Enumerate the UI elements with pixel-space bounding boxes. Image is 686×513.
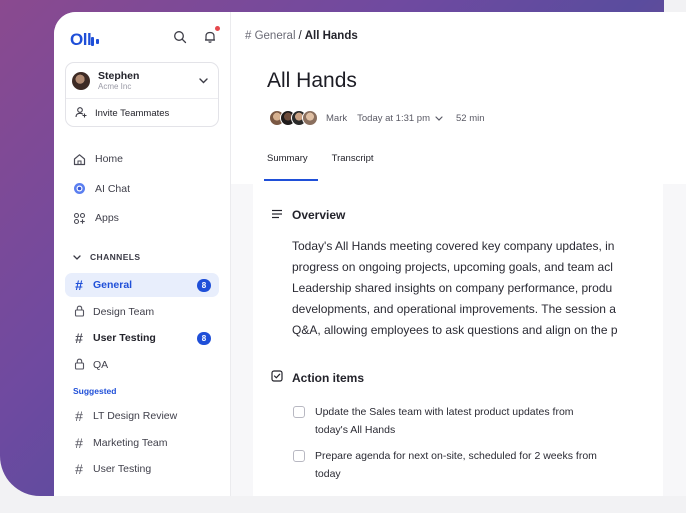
invite-label: Invite Teammates — [95, 107, 170, 119]
breadcrumb-channel[interactable]: # General — [245, 30, 296, 42]
unread-badge: 8 — [197, 278, 211, 292]
meeting-duration: 52 min — [456, 112, 485, 124]
chevron-down-icon — [199, 76, 208, 86]
channel-item-qa[interactable]: QA — [65, 353, 219, 377]
task-checkbox[interactable] — [293, 406, 305, 418]
lock-icon — [73, 304, 85, 320]
logo[interactable]: Oll — [70, 30, 100, 51]
channel-label: Marketing Team — [93, 436, 168, 449]
main-nav: Home AI Chat Apps — [65, 146, 225, 235]
hash-icon: # — [75, 277, 83, 293]
tabs: Summary Transcript — [264, 153, 374, 181]
suggested-item-lt-design-review[interactable]: # LT Design Review — [65, 404, 219, 428]
action-item-text: today — [315, 468, 341, 480]
suggested-item-marketing-team[interactable]: # Marketing Team — [65, 431, 219, 455]
channel-item-user-testing[interactable]: # User Testing 8 — [65, 326, 219, 350]
channels-header-label: CHANNELS — [90, 252, 141, 262]
action-item-text: Prepare agenda for next on-site, schedul… — [315, 450, 597, 462]
action-item-text: Update the Sales team with latest produc… — [315, 406, 574, 418]
chevron-down-icon — [73, 252, 81, 262]
suggested-item-user-testing[interactable]: # User Testing — [65, 457, 219, 481]
lines-icon — [271, 208, 283, 222]
hash-icon: # — [75, 330, 83, 347]
overview-line: Today's All Hands meeting covered key co… — [292, 239, 615, 253]
avatar — [72, 71, 90, 90]
action-item-text: today's All Hands — [315, 424, 396, 436]
account-org: Acme Inc — [98, 81, 132, 91]
account-card: Stephen Acme Inc Invite Teammates — [65, 62, 219, 127]
hash-icon: # — [75, 408, 83, 424]
tab-label: Summary — [267, 153, 308, 164]
nav-label: Home — [95, 153, 124, 165]
action-item: Update the Sales team with latest produc… — [293, 403, 574, 439]
meeting-meta: Mark Today at 1:31 pm 52 min — [269, 110, 485, 126]
meeting-time: Today at 1:31 pm — [357, 112, 431, 124]
suggested-list: # LT Design Review # Marketing Team # Us… — [65, 404, 219, 484]
nav-item-ai-chat[interactable]: AI Chat — [65, 176, 225, 202]
unread-badge: 8 — [197, 331, 211, 345]
meeting-content: Summary Transcript Overview Today's All … — [231, 134, 686, 496]
main-content: # General / All Hands All Hands Mark Today… — [231, 12, 686, 496]
add-user-icon — [75, 106, 87, 121]
notification-dot — [215, 26, 220, 31]
page-title: All Hands — [267, 69, 357, 92]
home-icon — [73, 153, 86, 166]
participant-avatars[interactable] — [269, 110, 318, 126]
meeting-time-dropdown[interactable]: Today at 1:31 pm — [357, 113, 443, 124]
action-item: Prepare agenda for next on-site, schedul… — [293, 447, 597, 483]
breadcrumb-current: All Hands — [304, 30, 358, 42]
task-checkbox[interactable] — [293, 450, 305, 462]
sidebar: Oll Stephen Acme Inc Invite Teammates Ho… — [54, 12, 231, 496]
tab-transcript[interactable]: Transcript — [332, 153, 374, 164]
channel-item-design-team[interactable]: Design Team — [65, 300, 219, 324]
nav-item-apps[interactable]: Apps — [65, 205, 225, 231]
nav-label: AI Chat — [95, 182, 131, 195]
overview-line: Leadership shared insights on company pe… — [292, 281, 613, 295]
breadcrumb: # General / All Hands — [245, 30, 358, 42]
overview-line: progress on ongoing projects, upcoming g… — [292, 260, 613, 274]
tab-summary[interactable]: Summary — [264, 153, 318, 181]
ai-chat-icon — [73, 182, 86, 195]
meeting-host: Mark — [326, 112, 348, 124]
avatar — [302, 110, 318, 126]
invite-teammates-button[interactable]: Invite Teammates — [66, 99, 218, 127]
overview-header: Overview — [271, 208, 345, 222]
channel-label: Design Team — [93, 305, 155, 318]
lock-icon — [73, 357, 85, 373]
suggested-header: Suggested — [73, 386, 117, 396]
channel-label: QA — [93, 359, 109, 372]
channel-item-general[interactable]: # General 8 — [65, 273, 219, 297]
overview-heading: Overview — [292, 208, 346, 222]
channel-label: General — [93, 279, 133, 291]
nav-label: Apps — [95, 212, 119, 224]
channel-label: User Testing — [93, 463, 152, 476]
breadcrumb-separator: / — [298, 30, 302, 42]
logo-bars-icon — [91, 31, 100, 51]
channel-list: # General 8 Design Team # User Testing 8… — [65, 273, 219, 380]
active-tab-indicator — [264, 179, 318, 181]
chevron-down-icon — [435, 113, 443, 124]
channel-label: User Testing — [93, 332, 156, 345]
apps-icon — [73, 212, 86, 225]
overview-text: Today's All Hands meeting covered key co… — [292, 236, 682, 341]
search-icon[interactable] — [172, 29, 188, 45]
account-switcher[interactable]: Stephen Acme Inc — [66, 63, 218, 99]
logo-text: Oll — [70, 30, 92, 49]
overview-line: developments, and operational improvemen… — [292, 302, 616, 316]
summary-panel: Overview Today's All Hands meeting cover… — [253, 184, 663, 496]
action-items-header: Action items — [271, 370, 364, 385]
hash-icon: # — [75, 461, 83, 478]
channels-header[interactable]: CHANNELS — [73, 252, 140, 262]
checkbox-checked-icon — [271, 370, 283, 385]
bell-icon[interactable] — [202, 26, 220, 45]
app-window: Oll Stephen Acme Inc Invite Teammates Ho… — [54, 12, 686, 496]
action-items-heading: Action items — [292, 370, 365, 385]
nav-item-home[interactable]: Home — [65, 146, 225, 172]
channel-label: LT Design Review — [93, 410, 178, 422]
sidebar-top-actions — [172, 26, 220, 45]
hash-icon: # — [75, 434, 83, 451]
account-name: Stephen — [98, 69, 140, 82]
overview-line: Q&A, allowing employees to ask questions… — [292, 323, 618, 337]
